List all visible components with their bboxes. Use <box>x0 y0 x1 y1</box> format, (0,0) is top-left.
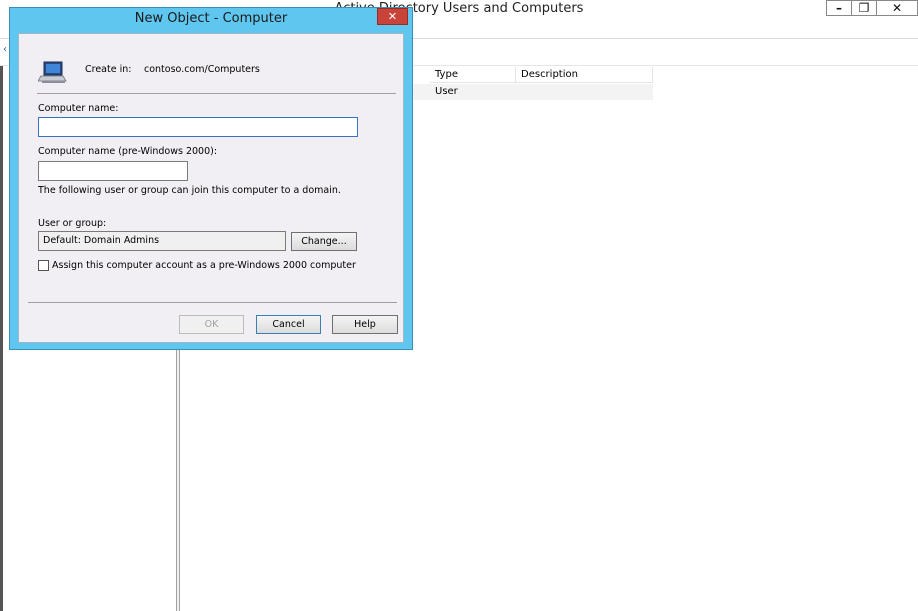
dialog-close-button[interactable]: ✕ <box>377 8 408 25</box>
new-computer-dialog: New Object - Computer ✕ Create in: conto… <box>9 7 413 350</box>
minimize-icon: – <box>836 1 842 15</box>
pre2000-name-field[interactable] <box>38 161 188 181</box>
help-button[interactable]: Help <box>332 315 398 334</box>
assign-pre2000-checkbox[interactable] <box>38 260 49 271</box>
restore-button[interactable]: ❐ <box>851 0 877 16</box>
ok-button[interactable]: OK <box>179 315 244 334</box>
close-icon: ✕ <box>891 1 903 15</box>
minimize-button[interactable]: – <box>826 0 852 16</box>
window-left-border <box>0 0 3 611</box>
restore-icon: ❐ <box>858 1 870 15</box>
pre2000-name-input[interactable] <box>39 162 187 180</box>
divider <box>37 93 396 94</box>
dialog-title: New Object - Computer <box>134 11 288 26</box>
column-header-description[interactable]: Description <box>516 67 653 83</box>
computer-name-label: Computer name: <box>38 103 119 114</box>
assign-pre2000-label: Assign this computer account as a pre-Wi… <box>52 260 356 271</box>
join-domain-text: The following user or group can join thi… <box>38 185 341 196</box>
column-header-type[interactable]: Type <box>430 67 516 83</box>
change-button[interactable]: Change... <box>291 232 357 251</box>
computer-icon <box>38 61 67 83</box>
divider <box>28 302 397 303</box>
cancel-button[interactable]: Cancel <box>256 315 321 334</box>
user-group-label: User or group: <box>38 218 107 229</box>
back-arrow-icon[interactable]: ‹ <box>3 44 7 55</box>
main-close-button[interactable]: ✕ <box>876 0 918 16</box>
user-group-value: Default: Domain Admins <box>38 231 286 251</box>
computer-name-input[interactable] <box>39 118 357 136</box>
create-in-value: contoso.com/Computers <box>144 64 260 75</box>
dialog-body: Create in: contoso.com/Computers Compute… <box>18 33 404 343</box>
close-icon: ✕ <box>387 10 398 23</box>
create-in-label: Create in: <box>85 64 132 75</box>
pre2000-name-label: Computer name (pre-Windows 2000): <box>38 146 218 157</box>
computer-name-field[interactable] <box>38 117 358 137</box>
list-item-type: User <box>435 86 458 97</box>
